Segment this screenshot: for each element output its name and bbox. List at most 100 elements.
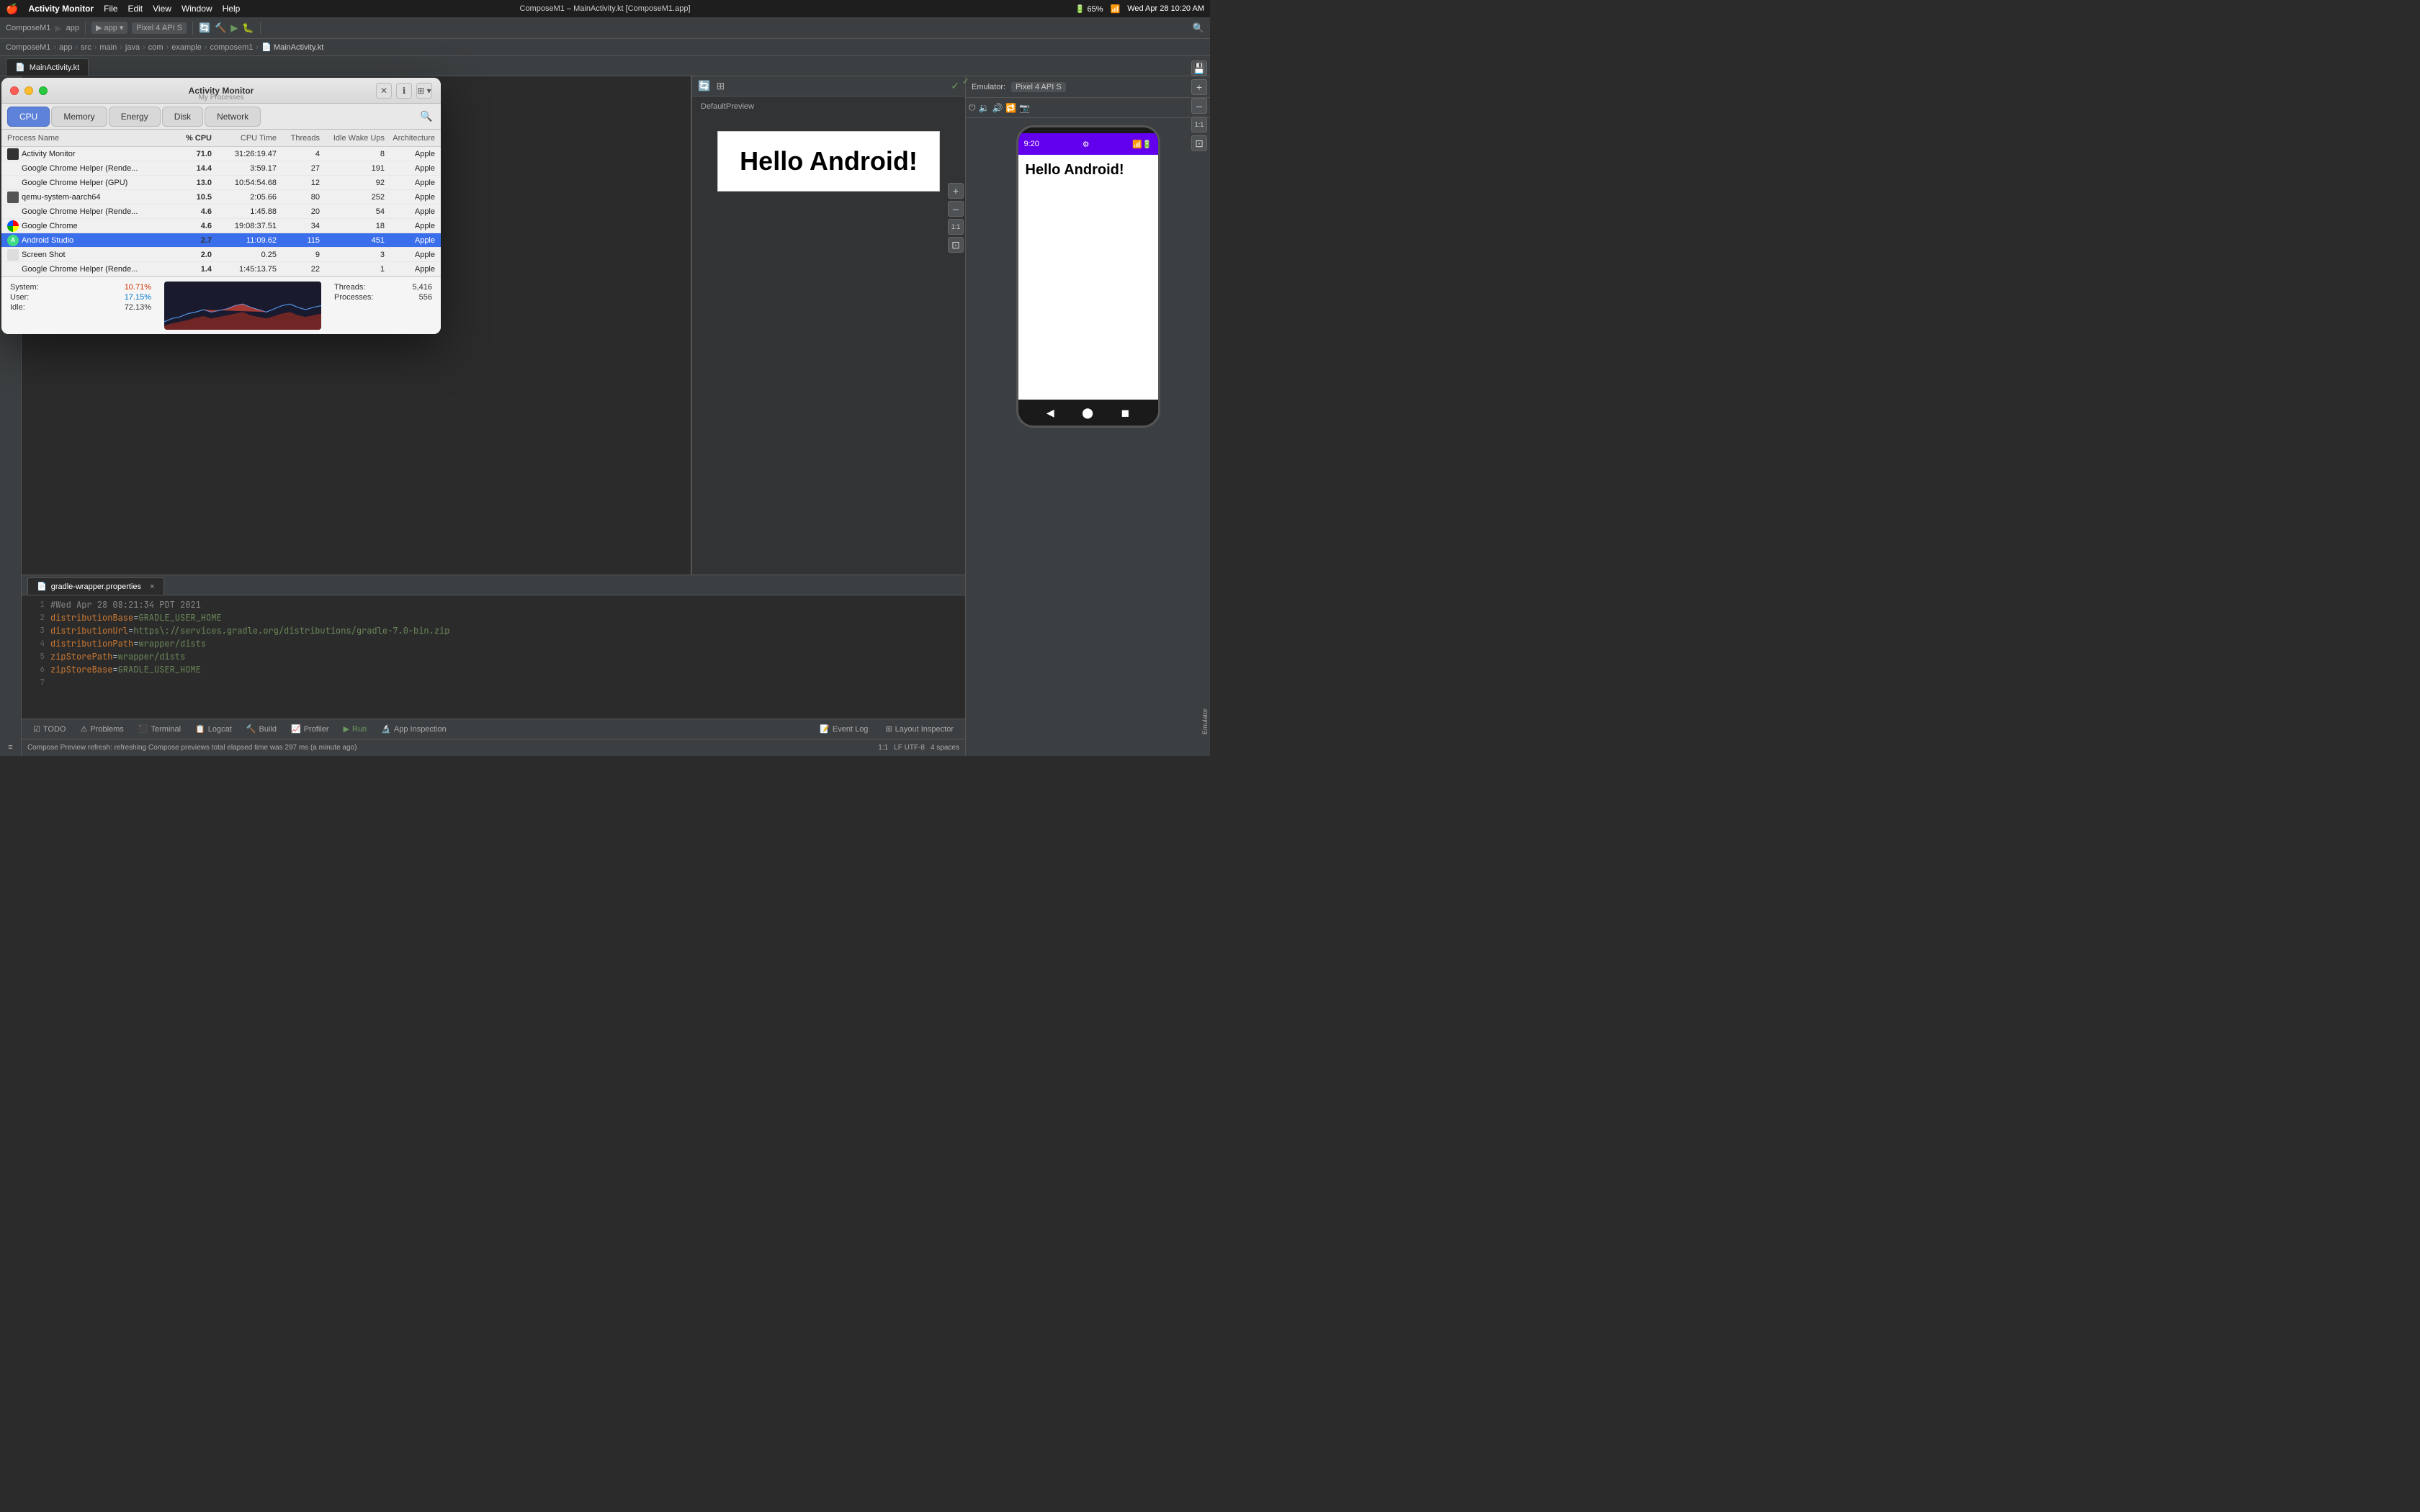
breadcrumb-example[interactable]: example <box>171 43 202 52</box>
table-row[interactable]: A Android Studio 2.7 11:09.62 115 451 Ap… <box>1 233 441 248</box>
stat-processes-val: 556 <box>419 293 432 302</box>
zoom-in-btn[interactable]: + <box>948 183 964 199</box>
menu-window[interactable]: Window <box>182 4 212 14</box>
btn-terminal[interactable]: ⬛ Terminal <box>133 721 187 737</box>
menu-view[interactable]: View <box>153 4 171 14</box>
proc-name-8: Screen Shot <box>22 251 161 259</box>
bottom-code[interactable]: 1 #Wed Apr 28 08:21:34 PDT 2021 2 distri… <box>22 595 965 719</box>
todo-icon: ☑ <box>33 724 40 734</box>
run-icon[interactable]: ▶ <box>230 22 238 34</box>
breadcrumb-mainactivity[interactable]: 📄 MainActivity.kt <box>261 42 323 52</box>
am-tab-energy[interactable]: Energy <box>109 107 161 127</box>
emulator-vol-down-icon[interactable]: 🔉 <box>979 103 990 113</box>
am-tab-cpu[interactable]: CPU <box>7 107 50 127</box>
btn-logcat[interactable]: 📋 Logcat <box>189 721 238 737</box>
zoom-fit-btn[interactable]: ⊡ <box>948 237 964 253</box>
status-indent: 4 spaces <box>931 744 959 752</box>
home-btn[interactable]: ⬤ <box>1082 407 1093 419</box>
zoom-1to1-btn[interactable]: 1:1 <box>948 219 964 235</box>
proc-time-4: 2:05.66 <box>212 193 277 202</box>
apple-menu[interactable]: 🍎 <box>6 3 18 15</box>
breadcrumb-composem1-pkg[interactable]: composem1 <box>210 43 253 52</box>
table-row[interactable]: qemu-system-aarch64 10.5 2:05.66 80 252 … <box>1 190 441 204</box>
table-row[interactable]: Google Chrome Helper (Rende... 1.4 1:45:… <box>1 262 441 276</box>
ide-toolbar: ComposeM1 ▶ app ▶ app ▾ Pixel 4 API S 🔄 … <box>0 17 1210 39</box>
tab-gradle-wrapper[interactable]: 📄 gradle-wrapper.properties × <box>27 577 164 595</box>
btn-todo[interactable]: ☑ TODO <box>27 721 71 737</box>
emulator-screenshot-icon[interactable]: 📷 <box>1019 103 1030 113</box>
breadcrumb-java[interactable]: java <box>125 43 140 52</box>
tool-bar: ☑ TODO ⚠ Problems ⬛ Terminal 📋 Logcat 🔨 <box>22 719 965 739</box>
proc-idle-6: 18 <box>320 222 385 230</box>
table-row[interactable]: Google Chrome Helper (Rende... 14.4 3:59… <box>1 161 441 176</box>
emulator-toolbar: ⏻ 🔉 🔊 🔁 📷 ⋯ <box>966 98 1210 118</box>
device-selector[interactable]: Pixel 4 API S <box>132 22 187 34</box>
menu-file[interactable]: File <box>104 4 117 14</box>
menu-edit[interactable]: Edit <box>127 4 143 14</box>
refresh-icon[interactable]: 🔄 <box>698 80 710 92</box>
btn-profiler[interactable]: 📈 Profiler <box>285 721 335 737</box>
search-everywhere-icon[interactable]: 🔍 <box>1193 22 1204 34</box>
col-arch[interactable]: Architecture <box>385 134 435 143</box>
btn-event-log[interactable]: 📝 Event Log <box>814 721 874 737</box>
btn-run[interactable]: ▶ Run <box>338 721 373 737</box>
emulator-power-icon[interactable]: ⏻ <box>969 102 976 113</box>
am-tab-disk[interactable]: Disk <box>162 107 203 127</box>
table-row[interactable]: Google Chrome Helper (GPU) 13.0 10:54:54… <box>1 176 441 190</box>
am-view-btn[interactable]: ⊞ ▾ <box>416 83 432 99</box>
build-icon[interactable]: 🔨 <box>215 22 226 34</box>
col-process-name[interactable]: Process Name <box>7 134 161 143</box>
tab-mainactivity[interactable]: 📄 MainActivity.kt <box>6 58 89 76</box>
table-row[interactable]: Google Chrome 4.6 19:08:37.51 34 18 Appl… <box>1 219 441 233</box>
table-row[interactable]: Screen Shot 2.0 0.25 9 3 Apple <box>1 248 441 262</box>
am-titlebar: Activity Monitor My Processes ✕ ℹ ⊞ ▾ <box>1 78 441 104</box>
am-stop-btn[interactable]: ✕ <box>376 83 392 99</box>
back-btn[interactable]: ◀ <box>1047 407 1054 419</box>
emulator-rotate-icon[interactable]: 🔁 <box>1005 103 1016 113</box>
app-module[interactable]: app <box>66 24 79 32</box>
breadcrumb-app[interactable]: app <box>59 43 72 52</box>
breadcrumb-composem1[interactable]: ComposeM1 <box>6 43 50 52</box>
menu-bar-left: 🍎 Activity Monitor File Edit View Window… <box>6 3 240 15</box>
breadcrumb-bar: ComposeM1 › app › src › main › java › co… <box>0 39 1210 56</box>
am-tab-network[interactable]: Network <box>205 107 261 127</box>
emulator-vol-up-icon[interactable]: 🔊 <box>992 103 1003 113</box>
table-row[interactable]: Activity Monitor 71.0 31:26:19.47 4 8 Ap… <box>1 147 441 161</box>
proc-name-7: Android Studio <box>22 236 161 245</box>
breadcrumb-main[interactable]: main <box>99 43 117 52</box>
inspection-icon: 🔬 <box>381 724 391 734</box>
menu-help[interactable]: Help <box>223 4 241 14</box>
sidebar-structure[interactable]: ≡ <box>2 739 19 756</box>
col-threads[interactable]: Threads <box>277 134 320 143</box>
btn-layout-inspector[interactable]: ⊞ Layout Inspector <box>879 721 959 737</box>
col-cpu[interactable]: % CPU <box>161 134 212 143</box>
minimize-btn[interactable] <box>24 86 33 95</box>
emulator-tab-label[interactable]: Emulator <box>1201 708 1209 734</box>
breadcrumb-com[interactable]: com <box>148 43 163 52</box>
am-info-btn[interactable]: ℹ <box>396 83 412 99</box>
proc-icon-6 <box>7 220 19 232</box>
recents-btn[interactable]: ◼ <box>1121 407 1130 419</box>
zoom-out-btn[interactable]: – <box>948 201 964 217</box>
am-search-btn[interactable]: 🔍 <box>418 108 435 125</box>
am-tabs: CPU Memory Energy Disk Network 🔍 <box>1 104 441 130</box>
phone-status-bar: 9:20 ⚙ 📶🔋 <box>1018 133 1158 155</box>
col-cpu-time[interactable]: CPU Time <box>212 134 277 143</box>
btn-problems[interactable]: ⚠ Problems <box>74 721 129 737</box>
interactive-mode-icon[interactable]: ⊞ <box>716 80 725 92</box>
maximize-btn[interactable] <box>39 86 48 95</box>
col-idle-wake[interactable]: Idle Wake Ups <box>320 134 385 143</box>
btn-app-inspection[interactable]: 🔬 App Inspection <box>375 721 452 737</box>
am-stats: System: 10.71% User: 17.15% Idle: 72.13%… <box>1 276 441 334</box>
breadcrumb-src[interactable]: src <box>81 43 91 52</box>
am-tab-memory[interactable]: Memory <box>51 107 107 127</box>
phone-gear[interactable]: ⚙ <box>1083 140 1090 149</box>
close-btn[interactable] <box>10 86 19 95</box>
emulator-device-name[interactable]: Pixel 4 API S <box>1011 82 1066 92</box>
btn-build[interactable]: 🔨 Build <box>241 721 282 737</box>
table-row[interactable]: Google Chrome Helper (Rende... 4.6 1:45.… <box>1 204 441 219</box>
run-config[interactable]: ▶ app ▾ <box>91 22 127 34</box>
debug-icon[interactable]: 🐛 <box>242 22 254 34</box>
sync-icon[interactable]: 🔄 <box>199 22 210 34</box>
gradle-tab-close[interactable]: × <box>150 582 154 591</box>
